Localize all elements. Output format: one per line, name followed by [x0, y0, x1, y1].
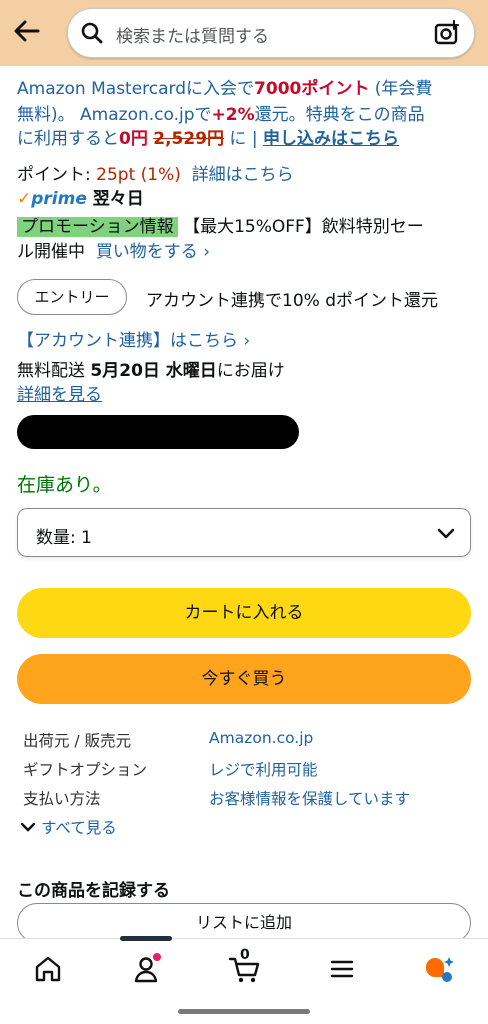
- system-home-bar[interactable]: [178, 1009, 310, 1014]
- promo-percent: +2%: [211, 105, 255, 125]
- promo-line-3[interactable]: に利用すると0円 2,529円 に | 申し込みはこちら: [17, 124, 399, 149]
- add-to-list-button[interactable]: リストに追加: [17, 903, 471, 943]
- promo-text: に利用すると: [17, 129, 119, 149]
- promo-text: (年会費: [369, 79, 433, 99]
- nav-active-indicator: [120, 936, 172, 941]
- see-all-label: すべて見る: [40, 819, 117, 837]
- points-detail-link[interactable]: 詳細はこちら: [192, 165, 294, 185]
- cart-count: 0: [240, 947, 250, 963]
- bottom-nav: 0: [0, 936, 488, 1000]
- promo-zero-price: 0円: [119, 129, 148, 149]
- quantity-select[interactable]: 数量: 1: [17, 508, 471, 557]
- redacted-address: [17, 415, 299, 449]
- info-label-payment: 支払い方法: [23, 790, 101, 808]
- info-label-seller: 出荷元 / 販売元: [23, 732, 132, 750]
- record-section-title: この商品を記録する: [17, 881, 170, 901]
- account-link[interactable]: 【アカウント連携】はこちら ›: [17, 326, 250, 351]
- rufus-assistant-icon[interactable]: [422, 953, 454, 985]
- apply-link[interactable]: 申し込みはこちら: [263, 129, 399, 149]
- home-icon[interactable]: [32, 953, 64, 985]
- prime-logo: prime: [31, 189, 87, 209]
- prime-delivery: ✓prime 翌々日: [17, 184, 144, 209]
- account-icon[interactable]: [130, 953, 162, 985]
- delivery-date: 5月20日 水曜日: [90, 361, 217, 381]
- promotion-text: 【最大15%OFF】飲料特別セー: [183, 217, 424, 237]
- promotion-line-2: ル開催中 買い物をする ›: [17, 237, 210, 262]
- promo-line-2[interactable]: 無料)。 Amazon.co.jpで+2%還元。特典をこの商品: [17, 100, 425, 125]
- shipping-details-link[interactable]: 詳細を見る: [17, 380, 102, 405]
- promotion-badge: プロモーション情報: [17, 217, 178, 237]
- quantity-label: 数量: 1: [36, 528, 92, 548]
- promo-line-1[interactable]: Amazon Mastercardに入会で7000ポイント (年会費: [17, 74, 432, 99]
- chevron-down-icon: [20, 819, 36, 837]
- points-label: ポイント:: [17, 165, 97, 185]
- menu-icon[interactable]: [326, 953, 358, 985]
- info-value-payment[interactable]: お客様情報を保護しています: [209, 787, 410, 809]
- points-value: 25pt (1%): [96, 165, 181, 185]
- shop-link[interactable]: 買い物をする ›: [96, 242, 210, 262]
- promo-original-price: 2,529円: [153, 129, 225, 149]
- entry-button[interactable]: エントリー: [17, 279, 127, 315]
- info-value-gift[interactable]: レジで利用可能: [209, 758, 318, 780]
- chevron-down-icon: [436, 523, 456, 547]
- promo-points: 7000ポイント: [254, 79, 370, 99]
- top-bar: 検索または質問する: [0, 0, 488, 66]
- info-label-gift: ギフトオプション: [23, 761, 148, 779]
- promo-text: 無料)。 Amazon.co.jpで: [17, 105, 212, 125]
- promo-text: に |: [224, 129, 263, 149]
- back-arrow-icon[interactable]: [10, 14, 44, 48]
- buy-now-button[interactable]: 今すぐ買う: [17, 654, 471, 704]
- shipping-suffix: にお届け: [216, 361, 285, 381]
- see-all-link[interactable]: すべて見る: [20, 816, 117, 838]
- stock-status: 在庫あり。: [17, 474, 112, 496]
- promotion-text: ル開催中: [17, 242, 85, 262]
- points-line: ポイント: 25pt (1%) 詳細はこちら: [17, 160, 294, 185]
- search-input[interactable]: 検索または質問する: [116, 22, 269, 47]
- shipping-prefix: 無料配送: [17, 361, 91, 381]
- search-bar[interactable]: 検索または質問する: [67, 8, 475, 58]
- promotion-line-1: プロモーション情報 【最大15%OFF】飲料特別セー: [17, 212, 424, 237]
- promo-text: Amazon Mastercardに入会で: [17, 79, 255, 99]
- promo-text: 還元。特典をこの商品: [254, 105, 425, 125]
- add-to-cart-button[interactable]: カートに入れる: [17, 588, 471, 638]
- shipping-line: 無料配送 5月20日 水曜日にお届け: [17, 356, 285, 381]
- entry-description: アカウント連携で10% dポイント還元: [146, 291, 438, 311]
- info-value-seller[interactable]: Amazon.co.jp: [209, 729, 313, 747]
- camera-icon[interactable]: [432, 18, 462, 52]
- prime-delivery-text: 翌々日: [92, 189, 144, 209]
- prime-check-icon: ✓: [17, 189, 32, 209]
- search-icon: [80, 21, 104, 49]
